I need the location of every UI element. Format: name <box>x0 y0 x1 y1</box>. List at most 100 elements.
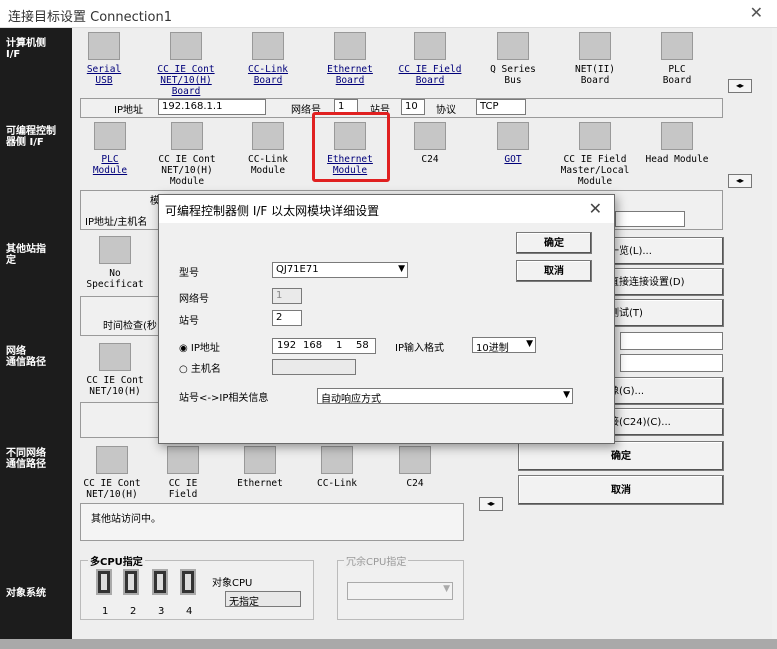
plc-if-item-6-icon <box>579 122 611 150</box>
plc-if-item-label: CC IE Cont NET/10(H) Module <box>158 154 216 187</box>
ip-address-field[interactable]: 192 168 1 58 <box>272 338 376 354</box>
diff-route-item-1[interactable]: CC IE Field <box>143 446 223 500</box>
mapping-label: 站号<->IP相关信息 <box>179 393 269 404</box>
sidebar-plc-if: 可编程控制 器侧 I/F <box>6 126 56 148</box>
pc-if-item-3[interactable]: Ethernet Board <box>310 32 390 86</box>
network-route-label: CC IE Cont NET/10(H) <box>86 375 144 397</box>
window-title: 连接目标设置 Connection1 <box>8 10 172 25</box>
mapping-select[interactable]: 自动响应方式 ▼ <box>317 388 573 405</box>
close-icon[interactable]: ✕ <box>750 3 763 22</box>
bottom-strip <box>0 639 777 649</box>
plc-if-item-1[interactable]: CC IE Cont NET/10(H) Module <box>147 122 227 187</box>
plc-if-item-0[interactable]: PLC Module <box>70 122 150 176</box>
ip-radio-label: IP地址 <box>190 343 220 354</box>
ethernet-detail-dialog: 可编程控制器侧 I/F 以太网模块详细设置 ✕ 确定 取消 型号 QJ71E71… <box>158 194 615 444</box>
plc-host-field[interactable] <box>615 211 685 227</box>
ip-format-label: IP输入格式 <box>395 343 444 354</box>
cc-ie-cont-icon <box>99 343 131 371</box>
pc-if-item-6-icon <box>579 32 611 60</box>
chevron-down-icon: ▼ <box>443 584 450 594</box>
pc-scroll-buttons[interactable]: ◂▸ <box>728 79 752 93</box>
cpu-1-icon[interactable] <box>96 569 112 595</box>
diff-route-item-0[interactable]: CC IE Cont NET/10(H) <box>72 446 152 500</box>
pc-if-item-0-icon <box>88 32 120 60</box>
dialog-titlebar: 可编程控制器侧 I/F 以太网模块详细设置 ✕ <box>159 195 614 223</box>
pc-ip-field[interactable]: 192.168.1.1 <box>158 99 266 115</box>
main-cancel-button[interactable]: 取消 <box>518 475 724 505</box>
dialog-ok-button[interactable]: 确定 <box>516 232 592 254</box>
pc-if-item-2-icon <box>252 32 284 60</box>
chevron-down-icon: ▼ <box>398 264 405 274</box>
right-field-2[interactable] <box>620 354 723 372</box>
plc-if-item-2[interactable]: CC-Link Module <box>228 122 308 176</box>
plc-if-item-1-icon <box>171 122 203 150</box>
cpu-num-1: 1 <box>102 606 109 617</box>
time-check-label: 时间检查(秒 <box>103 321 157 332</box>
station-field[interactable]: 2 <box>272 310 302 326</box>
pc-if-item-2[interactable]: CC-Link Board <box>228 32 308 86</box>
plc-scroll-buttons[interactable]: ◂▸ <box>728 174 752 188</box>
diff-route-item-3-icon <box>321 446 353 474</box>
ip-format-value: 10进制 <box>476 343 509 354</box>
cpu-4-icon[interactable] <box>180 569 196 595</box>
pc-if-item-0[interactable]: Serial USB <box>64 32 144 86</box>
diff-route-item-4[interactable]: C24 <box>375 446 455 489</box>
diff-route-item-2-icon <box>244 446 276 474</box>
plc-ip-host-label: IP地址/主机名 <box>85 217 148 228</box>
plc-if-item-5[interactable]: GOT <box>473 122 553 165</box>
diff-route-item-3[interactable]: CC-Link <box>297 446 377 489</box>
host-radio[interactable]: ○ 主机名 <box>179 360 221 375</box>
other-station-label: No Specificat <box>86 268 144 290</box>
ip-radio[interactable]: ◉ IP地址 <box>179 339 220 354</box>
dialog-cancel-button[interactable]: 取消 <box>516 260 592 282</box>
status-text: 其他站访问中。 <box>91 514 161 525</box>
diff-scroll-buttons[interactable]: ◂▸ <box>479 497 503 511</box>
cpu-num-2: 2 <box>130 606 137 617</box>
pc-if-item-4[interactable]: CC IE Field Board <box>390 32 470 86</box>
diff-route-item-2[interactable]: Ethernet <box>220 446 300 489</box>
right-field-1[interactable] <box>620 332 723 350</box>
plc-if-item-7[interactable]: Head Module <box>637 122 717 165</box>
host-radio-label: 主机名 <box>190 364 221 375</box>
main-ok-button[interactable]: 确定 <box>518 441 724 471</box>
pc-station-field[interactable]: 10 <box>401 99 425 115</box>
pc-if-item-7[interactable]: PLC Board <box>637 32 717 86</box>
network-field: 1 <box>272 288 302 304</box>
sidebar-network-route: 网络 通信路径 <box>6 346 46 368</box>
ip-octet-1: 192 <box>277 340 297 351</box>
plc-if-item-4[interactable]: C24 <box>390 122 470 165</box>
pc-if-item-label: Ethernet Board <box>327 64 373 86</box>
network-route-item[interactable]: CC IE Cont NET/10(H) <box>80 343 150 397</box>
pc-if-item-6[interactable]: NET(II) Board <box>555 32 635 86</box>
dialog-close-icon[interactable]: ✕ <box>589 199 602 218</box>
cpu-3-icon[interactable] <box>152 569 168 595</box>
cpu-2-icon[interactable] <box>123 569 139 595</box>
pc-protocol-field[interactable]: TCP <box>476 99 526 115</box>
pc-if-item-label: NET(II) Board <box>574 64 616 86</box>
pc-if-item-1[interactable]: CC IE Cont NET/10(H) Board <box>146 32 226 97</box>
plc-if-item-6[interactable]: CC IE Field Master/Local Module <box>555 122 635 187</box>
model-select[interactable]: QJ71E71 ▼ <box>272 262 408 278</box>
diff-route-item-label: C24 <box>406 478 424 489</box>
other-station-item[interactable]: No Specificat <box>80 236 150 290</box>
pc-if-item-label: PLC Board <box>662 64 692 86</box>
pc-if-item-7-icon <box>661 32 693 60</box>
redundant-cpu-select: ▼ <box>347 582 453 600</box>
host-name-field <box>272 359 356 375</box>
pc-if-item-5-icon <box>497 32 529 60</box>
pc-protocol-label: 协议 <box>436 105 456 116</box>
diff-route-item-1-icon <box>167 446 199 474</box>
pc-if-item-label: Serial USB <box>86 64 122 86</box>
mapping-value: 自动响应方式 <box>321 394 381 405</box>
plc-if-item-4-icon <box>414 122 446 150</box>
plc-if-item-0-icon <box>94 122 126 150</box>
network-route-panel <box>80 402 160 438</box>
chevron-down-icon: ▼ <box>526 339 533 349</box>
pc-if-item-5[interactable]: Q Series Bus <box>473 32 553 86</box>
plc-if-item-label: Head Module <box>645 154 709 165</box>
pc-if-item-label: Q Series Bus <box>490 64 536 86</box>
plc-if-item-label: C24 <box>421 154 439 165</box>
ip-format-select[interactable]: 10进制 ▼ <box>472 337 536 354</box>
plc-if-item-label: PLC Module <box>92 154 128 176</box>
diff-route-item-0-icon <box>96 446 128 474</box>
